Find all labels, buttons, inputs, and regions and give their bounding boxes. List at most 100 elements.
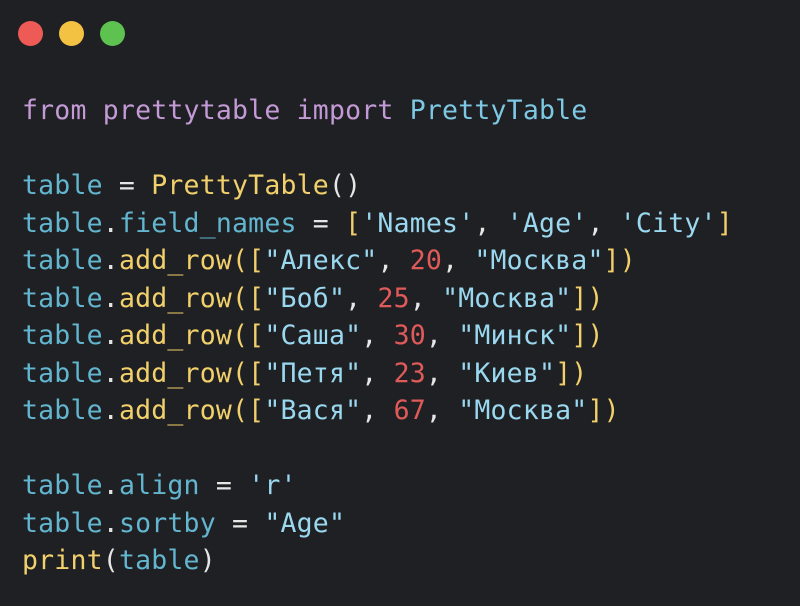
code-token: = <box>215 507 265 539</box>
code-token: "Москва" <box>474 245 604 276</box>
code-token: 'City' <box>619 207 717 239</box>
code-token: import <box>296 95 394 126</box>
code-token: 25 <box>377 282 410 314</box>
code-token: ([ <box>232 282 265 314</box>
code-token: , <box>361 357 394 389</box>
code-token: sortby <box>118 507 216 539</box>
code-token: = <box>102 170 152 201</box>
code-token: "Киев" <box>458 357 556 389</box>
code-token: 30 <box>393 320 426 351</box>
code-token: add_row <box>118 245 233 276</box>
code-token: 20 <box>409 245 443 276</box>
code-token: , <box>587 207 620 239</box>
code-token: , <box>377 245 410 276</box>
code-token: = <box>199 470 249 501</box>
code-token: PrettyTable <box>409 95 588 126</box>
code-token: table <box>22 170 103 201</box>
code-token: . <box>102 282 119 314</box>
code-token: 'Names' <box>361 207 475 239</box>
code-token: "Саша" <box>264 320 362 351</box>
code-token: ([ <box>232 357 265 389</box>
code-line: print(table) <box>22 542 733 580</box>
code-token: 'r' <box>248 470 297 501</box>
code-line: table.add_row(["Боб", 25, "Москва"]) <box>22 280 733 318</box>
code-token: table <box>22 320 103 351</box>
code-token: , <box>442 245 475 276</box>
code-token: table <box>22 207 103 239</box>
code-token: . <box>102 245 119 276</box>
code-token: ) <box>199 545 216 576</box>
code-token: ]) <box>587 395 620 426</box>
code-token: ]) <box>555 357 588 389</box>
code-token: "Петя" <box>264 357 362 389</box>
code-token: , <box>361 395 394 426</box>
code-token: "Минск" <box>458 320 572 351</box>
code-token: , <box>425 395 459 426</box>
code-line: from prettytable import PrettyTable <box>22 92 733 130</box>
code-token: align <box>118 470 200 501</box>
code-token: "Алекс" <box>264 245 378 276</box>
code-token: table <box>22 357 103 389</box>
code-token: print <box>22 545 103 576</box>
code-token: "Боб" <box>264 282 346 314</box>
code-token: from <box>22 95 87 126</box>
code-token: . <box>102 207 119 239</box>
code-token: table <box>22 507 103 539</box>
code-token: . <box>102 320 119 351</box>
code-token: PrettyTable <box>151 170 329 201</box>
code-token: 23 <box>393 357 426 389</box>
code-token: 67 <box>393 395 426 426</box>
code-token: . <box>102 395 119 426</box>
code-token: table <box>22 245 103 276</box>
code-token: [ <box>345 207 362 239</box>
code-token: = <box>296 207 346 239</box>
code-token: ]) <box>571 320 604 351</box>
code-token: "Вася" <box>264 395 362 426</box>
code-token: add_row <box>118 395 233 426</box>
code-editor: from prettytable import PrettyTable table… <box>22 92 733 580</box>
code-line: table.add_row(["Петя", 23, "Киев"]) <box>22 355 733 393</box>
code-token: "Москва" <box>458 395 588 426</box>
code-token: table <box>22 282 103 314</box>
maximize-button[interactable] <box>100 20 125 46</box>
code-token: ([ <box>232 395 265 426</box>
code-token: . <box>102 507 119 539</box>
code-token: , <box>425 320 459 351</box>
code-line: table.field_names = ['Names', 'Age', 'Ci… <box>22 205 733 243</box>
code-token: , <box>409 282 443 314</box>
minimize-button[interactable] <box>59 20 84 46</box>
code-token: ]) <box>571 282 604 314</box>
code-line: table.add_row(["Вася", 67, "Москва"]) <box>22 392 733 430</box>
code-token: . <box>102 470 119 501</box>
code-token: ( <box>102 545 119 576</box>
code-token: table <box>22 470 103 501</box>
code-token: , <box>361 320 394 351</box>
code-window: from prettytable import PrettyTable table… <box>0 0 800 606</box>
code-token: add_row <box>118 282 233 314</box>
code-token: , <box>345 282 378 314</box>
code-token: 'Age' <box>506 207 588 239</box>
window-titlebar <box>18 20 125 46</box>
close-button[interactable] <box>18 20 43 46</box>
code-line: table.add_row(["Алекс", 20, "Москва"]) <box>22 242 733 280</box>
code-token: ([ <box>232 320 265 351</box>
code-token: , <box>474 207 507 239</box>
code-token: , <box>425 357 459 389</box>
code-line: table.sortby = "Age" <box>22 505 733 543</box>
code-token: add_row <box>118 320 233 351</box>
code-token: ]) <box>603 245 636 276</box>
code-token: field_names <box>118 207 297 239</box>
code-token: add_row <box>118 357 233 389</box>
code-token: ] <box>716 207 733 239</box>
code-token: . <box>102 357 119 389</box>
code-token: prettytable <box>102 95 281 126</box>
code-token: () <box>328 170 362 201</box>
code-token: table <box>118 545 200 576</box>
code-line: table = PrettyTable() <box>22 167 733 205</box>
code-token: ([ <box>232 245 265 276</box>
